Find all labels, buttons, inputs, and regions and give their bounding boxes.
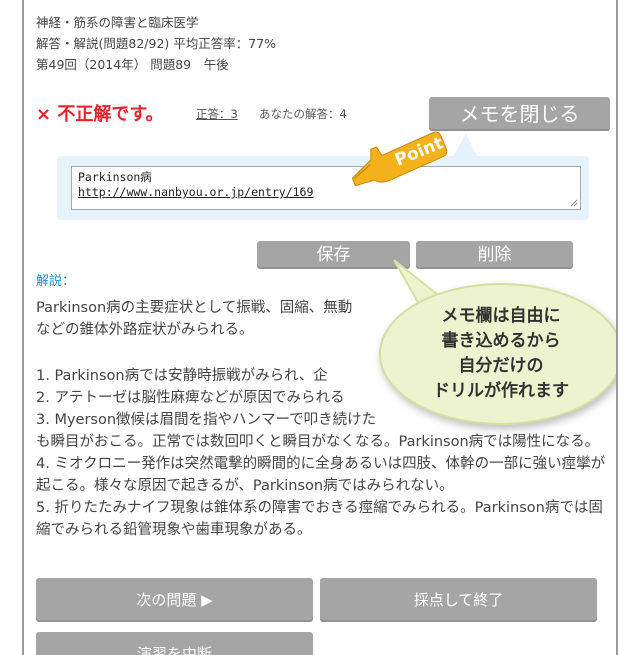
callout-line-1: メモ欄は自由に — [441, 306, 561, 326]
next-question-button[interactable]: 次の問題 ▶ — [36, 578, 313, 622]
progress-text: 解答・解説(問題82/92) 平均正答率：77% — [36, 36, 277, 51]
memo-textarea[interactable]: Parkinson病 http://www.nanbyou.or.jp/entr… — [71, 166, 581, 210]
correct-answer: 正答：3 — [196, 107, 238, 121]
your-answer: あなたの解答：4 — [259, 107, 347, 121]
explanation-item-3b: も瞬目がおこる。正常では数回叩くと瞬目がなくなる。Parkinson病では陽性に… — [36, 434, 600, 450]
callout-line-3: 自分だけの — [458, 356, 544, 376]
memo-line-1: Parkinson病 — [78, 170, 152, 184]
close-memo-button[interactable]: メモを閉じる — [429, 97, 610, 131]
callout-line-4: ドリルが作れます — [433, 381, 569, 401]
memo-callout-bubble: メモ欄は自由に 書き込めるから 自分だけの ドリルが作れます — [379, 283, 616, 425]
explanation-item-5: 5. 折りたたみナイフ現象は錐体系の障害でおきる痙縮でみられる。Parkinso… — [36, 500, 603, 538]
exam-info: 第49回（2014年） 問題89 午後 — [36, 57, 229, 72]
memo-panel: Parkinson病 http://www.nanbyou.or.jp/entr… — [57, 156, 589, 220]
explanation-item-4: 4. ミオクロニー発作は突然電撃的瞬間的に全身あるいは四肢、体幹の一部に強い痙攣… — [36, 456, 606, 494]
resize-grip-icon[interactable] — [570, 199, 578, 207]
callout-line-2: 書き込めるから — [441, 331, 561, 351]
verdict-text: 不正解です。 — [57, 104, 164, 125]
category-text: 神経・筋系の障害と臨床医学 — [36, 15, 199, 30]
quit-practice-button[interactable]: 演習を中断 — [36, 632, 313, 655]
question-result-panel: 神経・筋系の障害と臨床医学 解答・解説(問題82/92) 平均正答率：77% 第… — [22, 0, 618, 655]
explanation-label: 解説： — [36, 274, 76, 289]
grade-and-finish-button[interactable]: 採点して終了 — [320, 578, 597, 622]
incorrect-icon: × — [36, 104, 52, 125]
memo-line-2: http://www.nanbyou.or.jp/entry/169 — [78, 185, 314, 199]
result-verdict: × 不正解です。 — [36, 100, 164, 126]
save-memo-button[interactable]: 保存 — [257, 241, 410, 269]
